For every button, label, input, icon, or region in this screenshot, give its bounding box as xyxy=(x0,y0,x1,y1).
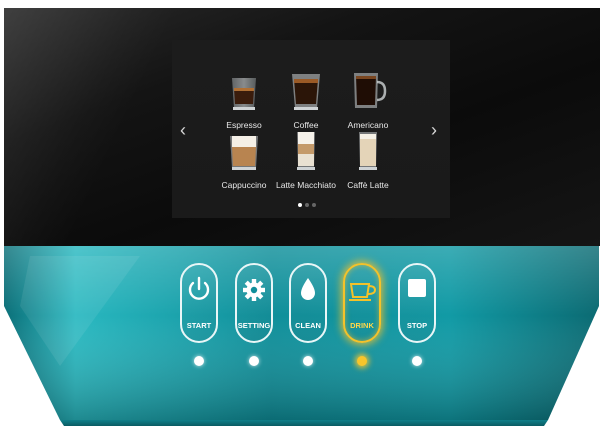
drink-label-americano: Americano xyxy=(347,120,389,130)
drink-button[interactable]: DRINK xyxy=(343,263,381,343)
clean-label: CLEAN xyxy=(295,321,321,330)
cappuccino-cup-icon xyxy=(230,136,258,170)
coffee-machine-panel: ‹ › Espresso Coffee Americano Cappuccino… xyxy=(0,0,603,434)
page-indicator xyxy=(298,203,322,209)
setting-button[interactable]: SETTING xyxy=(235,263,273,343)
previous-page-arrow[interactable]: ‹ xyxy=(176,120,190,140)
page-dot-3[interactable] xyxy=(312,203,316,207)
americano-mug-icon xyxy=(354,73,387,108)
stop-label: STOP xyxy=(406,321,428,330)
water-drop-icon xyxy=(301,278,315,300)
start-indicator-led xyxy=(194,356,204,366)
cup-icon xyxy=(349,283,377,301)
drink-label-caffe-latte: Caffè Latte xyxy=(347,180,389,190)
setting-label: SETTING xyxy=(237,321,271,330)
start-button[interactable]: START xyxy=(180,263,218,343)
stop-button[interactable]: STOP xyxy=(398,263,436,343)
stop-indicator-led xyxy=(412,356,422,366)
espresso-cup-icon xyxy=(232,78,256,110)
coffee-cup-icon xyxy=(292,74,320,110)
drink-indicator-led xyxy=(357,356,367,366)
drink-label: DRINK xyxy=(350,321,374,330)
latte-macchiato-glass-icon xyxy=(297,132,315,170)
setting-indicator-led xyxy=(249,356,259,366)
page-dot-1[interactable] xyxy=(298,203,302,207)
clean-button[interactable]: CLEAN xyxy=(289,263,327,343)
start-label: START xyxy=(186,321,212,330)
gear-icon xyxy=(243,279,265,301)
page-dot-2[interactable] xyxy=(305,203,309,207)
stop-square-icon xyxy=(408,279,426,297)
clean-indicator-led xyxy=(303,356,313,366)
caffe-latte-glass-icon xyxy=(359,132,377,170)
next-page-arrow[interactable]: › xyxy=(427,120,441,140)
power-icon xyxy=(188,276,210,300)
drink-item-caffe-latte[interactable]: Caffè Latte xyxy=(328,130,408,190)
drink-item-americano[interactable]: Americano xyxy=(328,70,408,130)
